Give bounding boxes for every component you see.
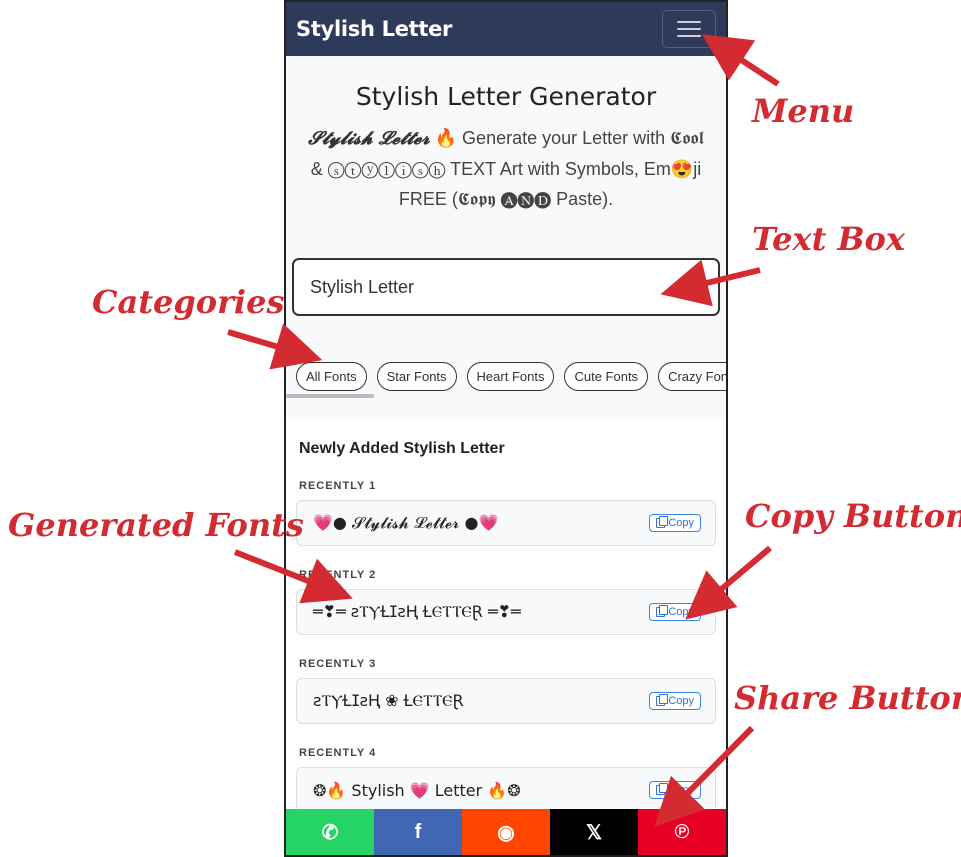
menu-arrow (701, 34, 780, 87)
textbox-arrow (660, 259, 761, 307)
annotation-menu: Menu (752, 92, 855, 130)
categories-arrow (227, 323, 323, 370)
generated-fonts-arrow (233, 549, 353, 604)
annotation-copy-button: Copy Button (745, 497, 961, 535)
annotation-generated-fonts: Generated Fonts (8, 506, 304, 544)
share-arrow (654, 725, 755, 827)
screenshot-stage: Stylish Letter Stylish Letter Generator … (0, 0, 961, 857)
annotation-text-box: Text Box (752, 220, 905, 258)
annotation-share-button: Share Button (734, 679, 961, 717)
annotation-categories: Categories (92, 283, 285, 321)
copy-arrow (685, 545, 772, 620)
